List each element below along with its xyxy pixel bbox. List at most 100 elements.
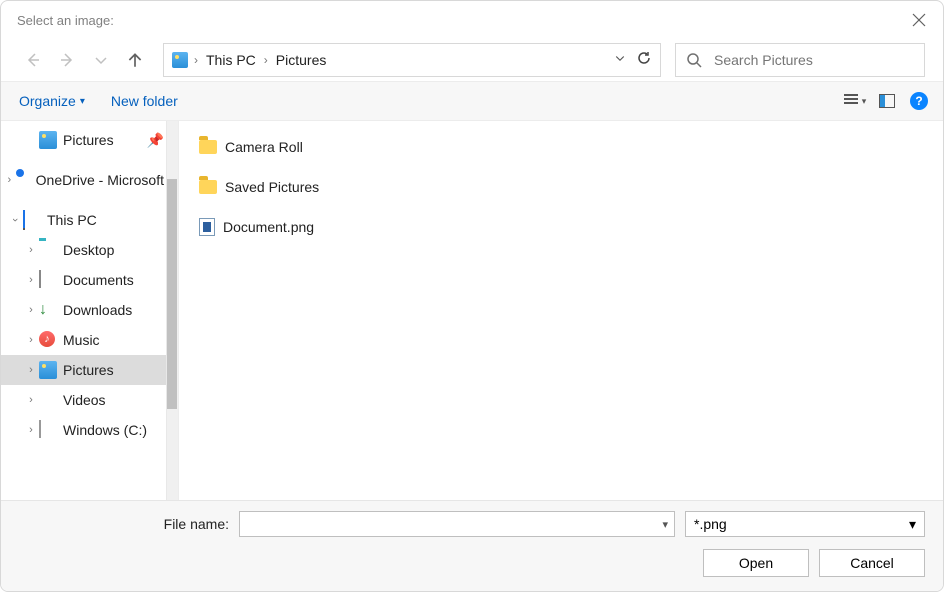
arrow-right-icon	[59, 52, 75, 68]
arrow-left-icon	[25, 52, 41, 68]
search-icon	[686, 52, 702, 68]
folder-icon	[199, 180, 217, 194]
expand-chevron[interactable]: ›	[23, 424, 39, 436]
cancel-button[interactable]: Cancel	[819, 549, 925, 577]
tree-label: Pictures	[63, 362, 114, 378]
expand-chevron[interactable]: ›	[23, 334, 39, 346]
pictures-icon	[172, 52, 188, 68]
tree-label: OneDrive - Microsoft	[36, 172, 164, 188]
back-button[interactable]	[19, 46, 47, 74]
arrow-up-icon	[126, 51, 144, 69]
tree-documents[interactable]: › Documents	[1, 265, 178, 295]
forward-button[interactable]	[53, 46, 81, 74]
refresh-icon	[636, 50, 652, 66]
pictures-icon	[39, 131, 57, 149]
tree-label: Windows (C:)	[63, 422, 147, 438]
chevron-down-icon	[93, 52, 109, 68]
file-name: Document.png	[223, 219, 314, 235]
tree-label: Desktop	[63, 242, 114, 258]
tree-downloads[interactable]: › ↓ Downloads	[1, 295, 178, 325]
scrollbar-thumb[interactable]	[167, 179, 177, 409]
collapse-chevron[interactable]: ›	[9, 212, 21, 228]
monitor-icon	[23, 210, 25, 228]
organize-label: Organize	[19, 93, 76, 109]
tree-this-pc[interactable]: › This PC	[1, 205, 178, 235]
file-list[interactable]: Camera Roll Saved Pictures Document.png	[179, 121, 943, 500]
view-menu[interactable]: ▾	[843, 89, 867, 113]
toolbar: Organize ▾ New folder ▾ ?	[1, 81, 943, 121]
breadcrumb-separator: ›	[264, 53, 268, 67]
drive-icon	[39, 420, 41, 438]
chevron-down-icon: ▾	[80, 96, 85, 107]
chevron-down-icon: ▾	[862, 96, 867, 107]
tree-pictures-quick[interactable]: Pictures 📌	[1, 125, 178, 155]
search-box[interactable]	[675, 43, 925, 77]
list-item-folder[interactable]: Saved Pictures	[199, 171, 923, 203]
list-view-icon	[844, 94, 858, 108]
title-bar: Select an image:	[1, 1, 943, 39]
tree-label: This PC	[47, 212, 97, 228]
expand-chevron[interactable]: ›	[23, 304, 39, 316]
file-name: Saved Pictures	[225, 179, 319, 195]
tree-onedrive[interactable]: › OneDrive - Microsoft	[1, 165, 178, 195]
tree-videos[interactable]: › Videos	[1, 385, 178, 415]
filename-input[interactable]: ▾	[239, 511, 675, 537]
address-bar[interactable]: › This PC › Pictures	[163, 43, 661, 77]
nav-row: › This PC › Pictures	[1, 39, 943, 81]
tree-label: Downloads	[63, 302, 132, 318]
list-item-file[interactable]: Document.png	[199, 211, 923, 243]
chevron-down-icon[interactable]: ▾	[909, 516, 916, 533]
organize-menu[interactable]: Organize ▾	[19, 93, 85, 109]
breadcrumb-pictures[interactable]: Pictures	[276, 52, 327, 68]
tree-label: Documents	[63, 272, 134, 288]
address-dropdown[interactable]	[614, 51, 626, 69]
search-input[interactable]	[712, 51, 914, 69]
tree-desktop[interactable]: › Desktop	[1, 235, 178, 265]
expand-chevron[interactable]: ›	[23, 274, 39, 286]
open-label: Open	[739, 555, 773, 571]
cancel-label: Cancel	[850, 555, 894, 571]
open-button[interactable]: Open	[703, 549, 809, 577]
tree-label: Pictures	[63, 132, 114, 148]
breadcrumb-separator: ›	[194, 53, 198, 67]
tree-music[interactable]: › ♪ Music	[1, 325, 178, 355]
close-button[interactable]	[911, 12, 927, 28]
filter-value: *.png	[694, 516, 727, 532]
expand-chevron[interactable]: ›	[23, 394, 39, 406]
tree-pictures[interactable]: › Pictures	[1, 355, 178, 385]
footer: File name: ▾ *.png ▾ Open Cancel	[1, 500, 943, 591]
body: Pictures 📌 › OneDrive - Microsoft › This…	[1, 121, 943, 500]
file-type-filter[interactable]: *.png ▾	[685, 511, 925, 537]
expand-chevron[interactable]: ›	[23, 364, 39, 376]
expand-chevron[interactable]: ›	[23, 244, 39, 256]
up-button[interactable]	[121, 46, 149, 74]
download-icon: ↓	[39, 301, 57, 319]
tree-windows-c[interactable]: › Windows (C:)	[1, 415, 178, 445]
recent-locations-button[interactable]	[87, 46, 115, 74]
filename-label: File name:	[19, 516, 229, 532]
refresh-button[interactable]	[636, 50, 652, 71]
image-file-icon	[199, 218, 215, 236]
help-button[interactable]: ?	[907, 89, 931, 113]
folder-icon	[199, 140, 217, 154]
music-icon: ♪	[39, 331, 55, 347]
new-folder-button[interactable]: New folder	[111, 93, 178, 109]
file-open-dialog: Select an image: › This PC › Pictures	[0, 0, 944, 592]
window-title: Select an image:	[17, 13, 114, 28]
close-icon	[911, 12, 927, 28]
document-icon	[39, 270, 41, 288]
breadcrumb-this-pc[interactable]: This PC	[206, 52, 256, 68]
tree-label: Videos	[63, 392, 106, 408]
preview-pane-button[interactable]	[875, 89, 899, 113]
layout-icon	[879, 94, 895, 108]
nav-tree[interactable]: Pictures 📌 › OneDrive - Microsoft › This…	[1, 121, 179, 500]
new-folder-label: New folder	[111, 93, 178, 109]
chevron-down-icon	[614, 52, 626, 64]
list-item-folder[interactable]: Camera Roll	[199, 131, 923, 163]
chevron-down-icon[interactable]: ▾	[662, 518, 668, 531]
pictures-icon	[39, 361, 57, 379]
file-name: Camera Roll	[225, 139, 303, 155]
pin-icon: 📌	[147, 132, 164, 149]
tree-label: Music	[63, 332, 100, 348]
help-icon: ?	[910, 92, 928, 110]
